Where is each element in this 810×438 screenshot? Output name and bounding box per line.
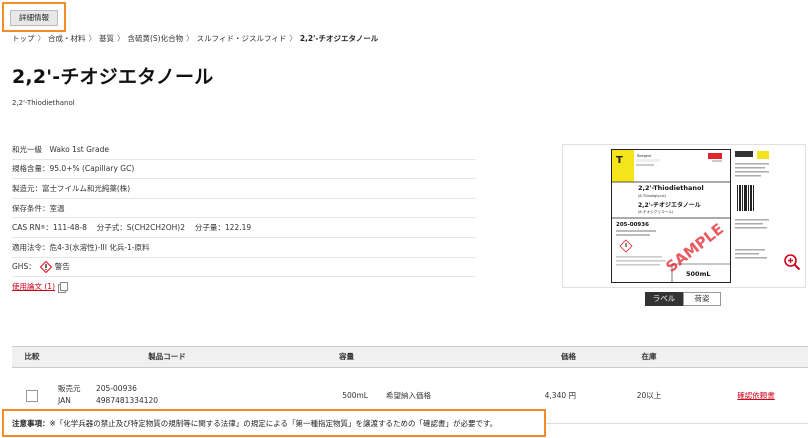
breadcrumb-top[interactable]: トップ	[12, 33, 35, 44]
svg-text:(β-チオジグリコール): (β-チオジグリコール)	[638, 209, 674, 214]
confirmation-request-link[interactable]: 確認依頼書	[737, 391, 775, 400]
svg-text:2,2'-チオジエタノール: 2,2'-チオジエタノール	[638, 201, 701, 209]
breadcrumb-substrate[interactable]: 基質	[99, 33, 114, 44]
header-action-empty	[704, 347, 808, 367]
header-stock: 在庫	[641, 352, 657, 361]
jan-code: 4987481334120	[96, 396, 159, 405]
breadcrumb-separator: 〉	[117, 34, 125, 43]
papers-link[interactable]: 使用論文 (1)	[12, 277, 55, 296]
svg-text:(β-Thiodiglycol): (β-Thiodiglycol)	[638, 194, 667, 198]
seller-label: 販売元	[58, 384, 81, 393]
svg-text:T: T	[616, 155, 623, 166]
image-tabs: ラベル 荷姿	[645, 292, 721, 306]
ghs-label: GHS：	[12, 262, 36, 272]
spec-law: 適用法令：危4-3(水溶性)-III 化兵-1-原料	[12, 238, 476, 258]
zoom-in-icon[interactable]	[783, 253, 801, 271]
spec-ghs: GHS： 警告	[12, 258, 476, 278]
label-side-panel	[733, 149, 773, 283]
header-quantity: 容量	[339, 352, 354, 361]
notice-text: ※「化学兵器の禁止及び特定物質の規制等に関する法律」の規定による「第一種指定物質…	[49, 419, 498, 428]
spec-list: 和光一級 Wako 1st Grade 規格含量：95.0+% (Capilla…	[12, 140, 476, 297]
spec-cas: CAS RN ® ：111-48-8 分子式：S(CH2CH2OH)2 分子量：12…	[12, 218, 476, 238]
compare-checkbox[interactable]	[26, 390, 38, 402]
svg-text:Reagent: Reagent	[637, 154, 652, 158]
table-header: 比較 製品コード 容量 価格 在庫	[12, 346, 808, 368]
ghs-exclamation-icon	[39, 260, 52, 273]
notice: 注意事項：※「化学兵器の禁止及び特定物質の規制等に関する法律」の規定による「第一…	[12, 418, 497, 429]
action-cell: 確認依頼書	[704, 368, 808, 423]
page-title: 2,2'-チオジエタノール	[12, 66, 214, 88]
copy-icon[interactable]	[58, 282, 69, 294]
stock-cell: 20以上	[636, 391, 662, 400]
jan-label: JAN	[58, 396, 71, 405]
breadcrumb-separator: 〉	[186, 34, 194, 43]
breadcrumb-separator: 〉	[37, 34, 46, 43]
breadcrumb-synthesis[interactable]: 合成・材料	[48, 33, 86, 44]
breadcrumb-separator: 〉	[88, 34, 97, 43]
breadcrumb-current: 2,2'-チオジエタノール	[299, 34, 379, 43]
cas-label: CAS RN	[12, 223, 41, 233]
svg-text:2,2'-Thiodiethanol: 2,2'-Thiodiethanol	[638, 184, 704, 192]
breadcrumb-separator: 〉	[289, 34, 297, 43]
header-product-code: 製品コード	[148, 352, 186, 361]
svg-text:205-00936: 205-00936	[616, 222, 649, 228]
tab-packaging[interactable]: 荷姿	[683, 292, 721, 306]
detail-info-button[interactable]: 詳細情報	[10, 10, 58, 26]
header-price: 価格	[561, 352, 576, 361]
spec-grade: 和光一級 Wako 1st Grade	[12, 140, 476, 160]
product-image-box: T Reagent 2,2'-Thiodiethanol (β-Thiodigl…	[562, 144, 806, 288]
page-subtitle: 2,2'-Thiodiethanol	[12, 99, 75, 107]
spec-papers: 使用論文 (1)	[12, 277, 476, 297]
spec-purity: 規格含量：95.0+% (Capillary GC)	[12, 160, 476, 180]
header-compare: 比較	[24, 352, 40, 361]
notice-highlight-frame: 注意事項：※「化学兵器の禁止及び特定物質の規制等に関する法律」の規定による「第一…	[2, 409, 546, 437]
cas-details: ：111-48-8 分子式：S(CH2CH2OH)2 分子量：122.19	[45, 223, 252, 233]
header-price-type-empty	[374, 347, 484, 367]
ghs-signal-word: 警告	[54, 262, 70, 272]
notice-label: 注意事項：	[12, 419, 50, 428]
product-label-image: T Reagent 2,2'-Thiodiethanol (β-Thiodigl…	[611, 149, 731, 283]
detail-highlight-frame: 詳細情報	[2, 2, 66, 32]
breadcrumb: トップ 〉 合成・材料 〉 基質 〉 含硫黄(S)化合物 〉 スルフィド・ジスル…	[12, 33, 378, 44]
tab-label[interactable]: ラベル	[645, 292, 683, 306]
breadcrumb-sulfur[interactable]: 含硫黄(S)化合物	[128, 33, 184, 44]
sample-watermark: SAMPLE	[662, 220, 727, 276]
breadcrumb-sulfide[interactable]: スルフィド・ジスルフィド	[197, 33, 287, 44]
seller-code: 205-00936	[96, 384, 137, 393]
svg-text:500mL: 500mL	[686, 270, 710, 278]
spec-manufacturer: 製造元：富士フイルム和光純薬(株)	[12, 179, 476, 199]
spec-storage: 保存条件：室温	[12, 199, 476, 219]
